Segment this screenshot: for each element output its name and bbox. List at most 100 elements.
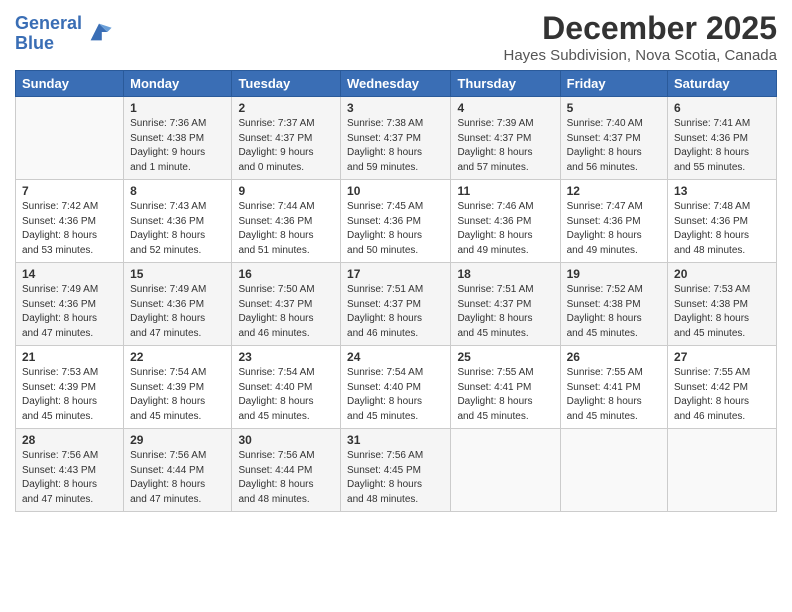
day-info: Sunrise: 7:56 AMSunset: 4:43 PMDaylight:… bbox=[22, 449, 117, 507]
day-info: Sunrise: 7:55 AMSunset: 4:42 PMDaylight:… bbox=[674, 366, 770, 424]
calendar-cell: 27 Sunrise: 7:55 AMSunset: 4:42 PMDayligh… bbox=[668, 346, 777, 429]
day-number: 19 bbox=[567, 267, 661, 281]
calendar-cell bbox=[560, 429, 667, 512]
logo-text: General Blue bbox=[15, 14, 82, 54]
day-info: Sunrise: 7:47 AMSunset: 4:36 PMDaylight:… bbox=[567, 200, 661, 258]
day-info: Sunrise: 7:54 AMSunset: 4:39 PMDaylight:… bbox=[130, 366, 225, 424]
header: General Blue December 2025 Hayes Subdivi… bbox=[15, 10, 777, 64]
calendar-cell: 3 Sunrise: 7:38 AMSunset: 4:37 PMDaylight… bbox=[341, 97, 451, 180]
day-info: Sunrise: 7:41 AMSunset: 4:36 PMDaylight:… bbox=[674, 117, 770, 175]
col-tuesday: Tuesday bbox=[232, 71, 341, 97]
day-info: Sunrise: 7:56 AMSunset: 4:45 PMDaylight:… bbox=[347, 449, 444, 507]
title-area: December 2025 Hayes Subdivision, Nova Sc… bbox=[504, 10, 778, 64]
day-info: Sunrise: 7:42 AMSunset: 4:36 PMDaylight:… bbox=[22, 200, 117, 258]
col-friday: Friday bbox=[560, 71, 667, 97]
day-info: Sunrise: 7:45 AMSunset: 4:36 PMDaylight:… bbox=[347, 200, 444, 258]
day-info: Sunrise: 7:55 AMSunset: 4:41 PMDaylight:… bbox=[567, 366, 661, 424]
day-info: Sunrise: 7:36 AMSunset: 4:38 PMDaylight:… bbox=[130, 117, 225, 175]
day-number: 30 bbox=[238, 433, 334, 447]
day-info: Sunrise: 7:53 AMSunset: 4:38 PMDaylight:… bbox=[674, 283, 770, 341]
col-thursday: Thursday bbox=[451, 71, 560, 97]
day-number: 13 bbox=[674, 184, 770, 198]
logo-general: General bbox=[15, 13, 82, 33]
day-info: Sunrise: 7:37 AMSunset: 4:37 PMDaylight:… bbox=[238, 117, 334, 175]
col-wednesday: Wednesday bbox=[341, 71, 451, 97]
day-number: 25 bbox=[457, 350, 553, 364]
calendar-cell: 20 Sunrise: 7:53 AMSunset: 4:38 PMDayligh… bbox=[668, 263, 777, 346]
calendar-cell: 8 Sunrise: 7:43 AMSunset: 4:36 PMDaylight… bbox=[124, 180, 232, 263]
calendar-cell: 13 Sunrise: 7:48 AMSunset: 4:36 PMDayligh… bbox=[668, 180, 777, 263]
calendar-cell: 19Sunrise: 7:52 AMSunset: 4:38 PMDayligh… bbox=[560, 263, 667, 346]
day-number: 27 bbox=[674, 350, 770, 364]
day-number: 9 bbox=[238, 184, 334, 198]
calendar-week-5: 28 Sunrise: 7:56 AMSunset: 4:43 PMDayligh… bbox=[16, 429, 777, 512]
calendar-week-3: 14 Sunrise: 7:49 AMSunset: 4:36 PMDayligh… bbox=[16, 263, 777, 346]
calendar-cell bbox=[16, 97, 124, 180]
day-info: Sunrise: 7:55 AMSunset: 4:41 PMDaylight:… bbox=[457, 366, 553, 424]
calendar-cell: 2 Sunrise: 7:37 AMSunset: 4:37 PMDaylight… bbox=[232, 97, 341, 180]
day-number: 17 bbox=[347, 267, 444, 281]
day-info: Sunrise: 7:48 AMSunset: 4:36 PMDaylight:… bbox=[674, 200, 770, 258]
day-info: Sunrise: 7:50 AMSunset: 4:37 PMDaylight:… bbox=[238, 283, 334, 341]
calendar-cell: 9Sunrise: 7:44 AMSunset: 4:36 PMDaylight… bbox=[232, 180, 341, 263]
day-info: Sunrise: 7:53 AMSunset: 4:39 PMDaylight:… bbox=[22, 366, 117, 424]
day-number: 1 bbox=[130, 101, 225, 115]
calendar-cell: 4Sunrise: 7:39 AMSunset: 4:37 PMDaylight… bbox=[451, 97, 560, 180]
calendar-cell: 6 Sunrise: 7:41 AMSunset: 4:36 PMDaylight… bbox=[668, 97, 777, 180]
day-number: 3 bbox=[347, 101, 444, 115]
calendar-cell: 23Sunrise: 7:54 AMSunset: 4:40 PMDayligh… bbox=[232, 346, 341, 429]
day-info: Sunrise: 7:51 AMSunset: 4:37 PMDaylight:… bbox=[457, 283, 553, 341]
day-info: Sunrise: 7:43 AMSunset: 4:36 PMDaylight:… bbox=[130, 200, 225, 258]
day-number: 23 bbox=[238, 350, 334, 364]
day-number: 29 bbox=[130, 433, 225, 447]
calendar-cell: 11 Sunrise: 7:46 AMSunset: 4:36 PMDayligh… bbox=[451, 180, 560, 263]
calendar-cell bbox=[668, 429, 777, 512]
day-info: Sunrise: 7:49 AMSunset: 4:36 PMDaylight:… bbox=[22, 283, 117, 341]
day-info: Sunrise: 7:39 AMSunset: 4:37 PMDaylight:… bbox=[457, 117, 553, 175]
day-number: 5 bbox=[567, 101, 661, 115]
page: General Blue December 2025 Hayes Subdivi… bbox=[0, 0, 792, 612]
day-info: Sunrise: 7:56 AMSunset: 4:44 PMDaylight:… bbox=[238, 449, 334, 507]
day-info: Sunrise: 7:49 AMSunset: 4:36 PMDaylight:… bbox=[130, 283, 225, 341]
location-subtitle: Hayes Subdivision, Nova Scotia, Canada bbox=[504, 47, 778, 64]
calendar-cell: 7Sunrise: 7:42 AMSunset: 4:36 PMDaylight… bbox=[16, 180, 124, 263]
day-number: 16 bbox=[238, 267, 334, 281]
day-info: Sunrise: 7:56 AMSunset: 4:44 PMDaylight:… bbox=[130, 449, 225, 507]
day-number: 21 bbox=[22, 350, 117, 364]
day-number: 24 bbox=[347, 350, 444, 364]
logo: General Blue bbox=[15, 14, 113, 54]
day-number: 18 bbox=[457, 267, 553, 281]
day-number: 11 bbox=[457, 184, 553, 198]
day-number: 28 bbox=[22, 433, 117, 447]
logo-blue: Blue bbox=[15, 33, 54, 53]
calendar-header-row: Sunday Monday Tuesday Wednesday Thursday… bbox=[16, 71, 777, 97]
day-number: 26 bbox=[567, 350, 661, 364]
calendar-cell: 25 Sunrise: 7:55 AMSunset: 4:41 PMDayligh… bbox=[451, 346, 560, 429]
col-saturday: Saturday bbox=[668, 71, 777, 97]
col-sunday: Sunday bbox=[16, 71, 124, 97]
day-info: Sunrise: 7:40 AMSunset: 4:37 PMDaylight:… bbox=[567, 117, 661, 175]
day-number: 2 bbox=[238, 101, 334, 115]
day-number: 8 bbox=[130, 184, 225, 198]
day-info: Sunrise: 7:38 AMSunset: 4:37 PMDaylight:… bbox=[347, 117, 444, 175]
day-info: Sunrise: 7:46 AMSunset: 4:36 PMDaylight:… bbox=[457, 200, 553, 258]
day-info: Sunrise: 7:51 AMSunset: 4:37 PMDaylight:… bbox=[347, 283, 444, 341]
calendar-cell: 1 Sunrise: 7:36 AMSunset: 4:38 PMDaylight… bbox=[124, 97, 232, 180]
calendar-cell bbox=[451, 429, 560, 512]
calendar-cell: 15 Sunrise: 7:49 AMSunset: 4:36 PMDayligh… bbox=[124, 263, 232, 346]
calendar-cell: 16 Sunrise: 7:50 AMSunset: 4:37 PMDayligh… bbox=[232, 263, 341, 346]
calendar-cell: 26 Sunrise: 7:55 AMSunset: 4:41 PMDayligh… bbox=[560, 346, 667, 429]
day-number: 14 bbox=[22, 267, 117, 281]
day-number: 15 bbox=[130, 267, 225, 281]
day-number: 10 bbox=[347, 184, 444, 198]
day-number: 20 bbox=[674, 267, 770, 281]
calendar-cell: 21 Sunrise: 7:53 AMSunset: 4:39 PMDayligh… bbox=[16, 346, 124, 429]
col-monday: Monday bbox=[124, 71, 232, 97]
calendar-cell: 10 Sunrise: 7:45 AMSunset: 4:36 PMDayligh… bbox=[341, 180, 451, 263]
calendar-table: Sunday Monday Tuesday Wednesday Thursday… bbox=[15, 70, 777, 512]
calendar-cell: 28 Sunrise: 7:56 AMSunset: 4:43 PMDayligh… bbox=[16, 429, 124, 512]
calendar-cell: 12Sunrise: 7:47 AMSunset: 4:36 PMDayligh… bbox=[560, 180, 667, 263]
calendar-cell: 22 Sunrise: 7:54 AMSunset: 4:39 PMDayligh… bbox=[124, 346, 232, 429]
day-number: 22 bbox=[130, 350, 225, 364]
day-number: 6 bbox=[674, 101, 770, 115]
